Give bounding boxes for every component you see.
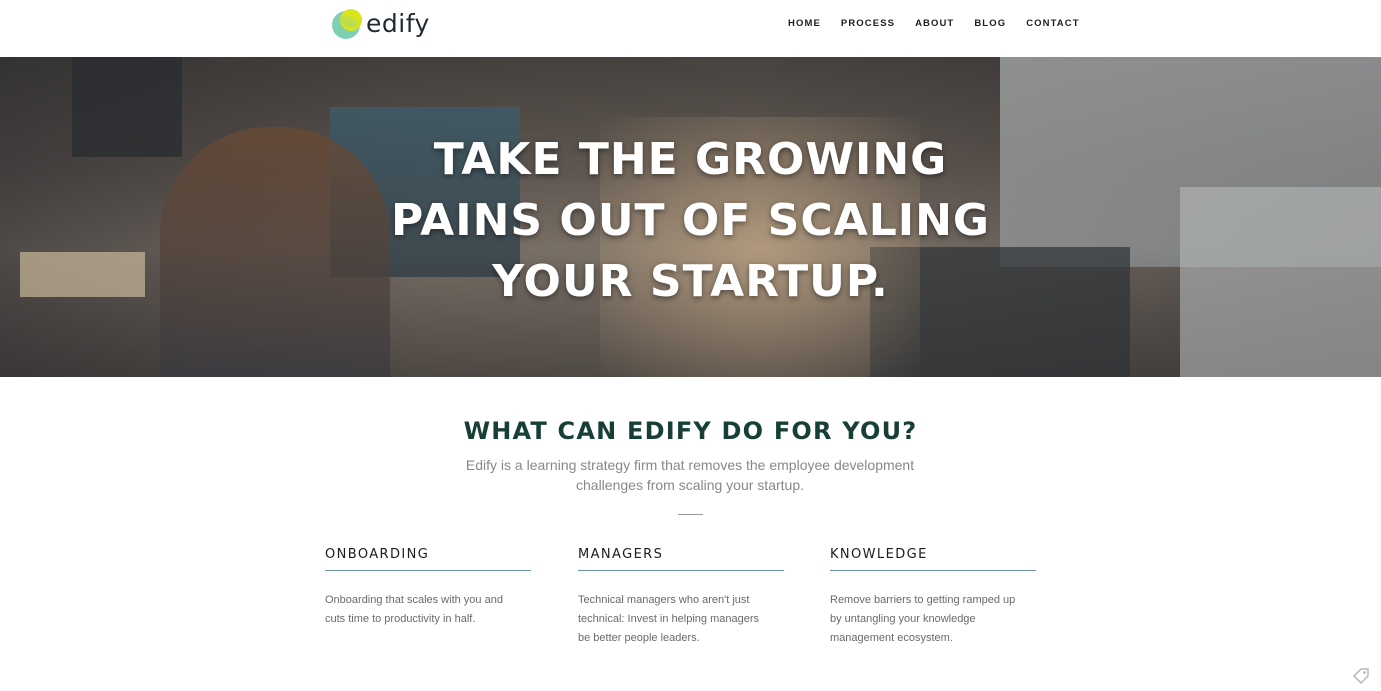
hero-banner: TAKE THE GROWING PAINS OUT OF SCALING YO… xyxy=(0,57,1381,377)
hero-headline: TAKE THE GROWING PAINS OUT OF SCALING YO… xyxy=(0,129,1381,312)
feature-managers: MANAGERS Technical managers who aren't j… xyxy=(578,547,784,648)
feature-title: MANAGERS xyxy=(578,547,784,571)
section-title: WHAT CAN EDIFY DO FOR YOU? xyxy=(463,417,918,445)
site-header: edify HOME PROCESS ABOUT BLOG CONTACT xyxy=(0,0,1381,57)
tag-icon[interactable] xyxy=(1352,667,1370,685)
nav-contact[interactable]: CONTACT xyxy=(1026,18,1079,32)
main-nav: HOME PROCESS ABOUT BLOG CONTACT xyxy=(768,18,1080,32)
feature-text: Onboarding that scales with you and cuts… xyxy=(325,594,503,625)
feature-text: Technical managers who aren't just techn… xyxy=(578,594,759,644)
logo[interactable]: edify xyxy=(331,8,430,40)
feature-title: KNOWLEDGE xyxy=(830,547,1036,571)
edify-logo-icon xyxy=(332,9,362,39)
hero-line-1: TAKE THE GROWING xyxy=(433,134,948,185)
logo-wordmark: edify xyxy=(366,9,430,38)
feature-onboarding: ONBOARDING Onboarding that scales with y… xyxy=(325,547,531,629)
section-subtitle: Edify is a learning strategy firm that r… xyxy=(465,457,915,493)
feature-knowledge: KNOWLEDGE Remove barriers to getting ram… xyxy=(830,547,1036,648)
feature-title: ONBOARDING xyxy=(325,547,531,571)
nav-process[interactable]: PROCESS xyxy=(841,18,895,32)
nav-home[interactable]: HOME xyxy=(788,18,821,32)
hero-line-3: YOUR STARTUP. xyxy=(492,256,889,307)
section-divider xyxy=(678,514,703,515)
nav-about[interactable]: ABOUT xyxy=(915,18,954,32)
feature-text: Remove barriers to getting ramped up by … xyxy=(830,594,1016,644)
hero-line-2: PAINS OUT OF SCALING xyxy=(390,195,991,246)
nav-blog[interactable]: BLOG xyxy=(974,18,1006,32)
